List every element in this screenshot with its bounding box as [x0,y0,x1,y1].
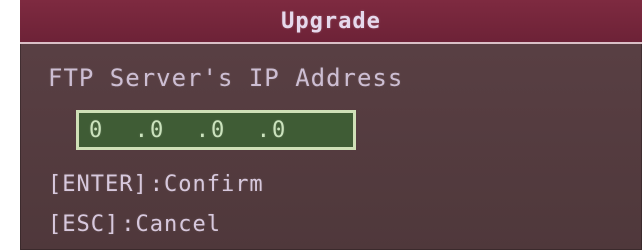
cancel-text: :Cancel [121,212,221,237]
ftp-ip-input[interactable]: 0 .0 .0 .0 [76,110,356,150]
esc-key-label: [ESC] [48,212,120,237]
confirm-text: :Confirm [149,172,264,197]
enter-key-label: [ENTER] [48,172,148,197]
title-bar: Upgrade [20,0,642,44]
ftp-ip-label: FTP Server's IP Address [48,64,404,92]
confirm-hint: [ENTER]:Confirm [48,172,264,197]
ftp-ip-value[interactable]: 0 .0 .0 .0 [89,118,287,143]
dialog-title: Upgrade [281,8,381,34]
upgrade-dialog: Upgrade FTP Server's IP Address 0 .0 .0 … [20,0,642,250]
cancel-hint: [ESC]:Cancel [48,212,221,237]
